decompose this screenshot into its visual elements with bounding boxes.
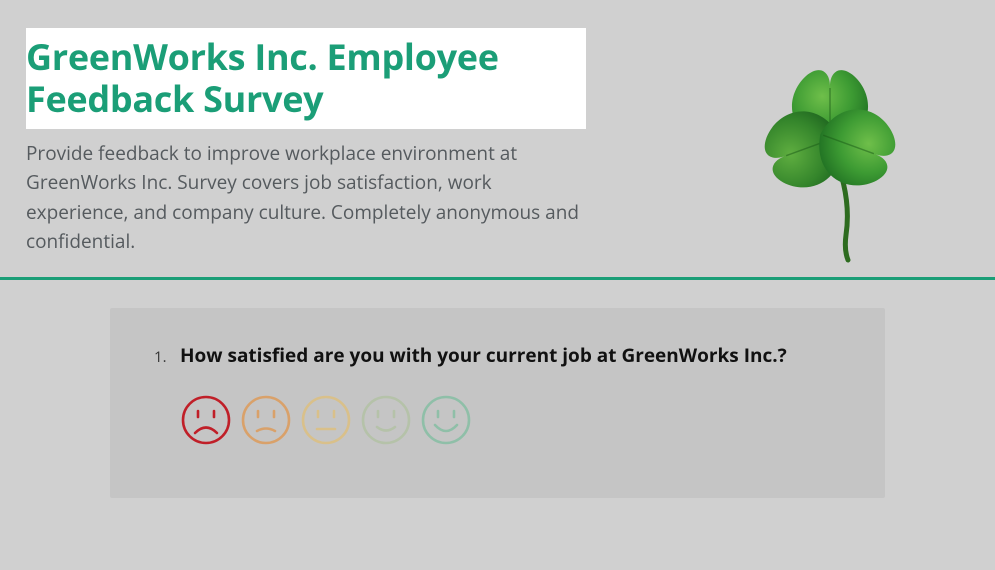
slight-frown-icon (240, 394, 292, 446)
survey-title: GreenWorks Inc. Employee Feedback Survey (26, 36, 572, 121)
survey-header: GreenWorks Inc. Employee Feedback Survey… (0, 0, 995, 280)
shamrock-icon (720, 35, 940, 265)
rating-very-unsatisfied[interactable] (180, 394, 232, 446)
question-text: How satisfied are you with your current … (180, 342, 787, 368)
smile-icon (420, 394, 472, 446)
rating-very-satisfied[interactable] (420, 394, 472, 446)
frown-icon (180, 394, 232, 446)
rating-neutral[interactable] (300, 394, 352, 446)
neutral-face-icon (300, 394, 352, 446)
slight-smile-icon (360, 394, 412, 446)
rating-scale (180, 394, 841, 446)
rating-unsatisfied[interactable] (240, 394, 292, 446)
question-card: 1. How satisfied are you with your curre… (110, 308, 885, 498)
survey-description: Provide feedback to improve workplace en… (26, 139, 586, 257)
rating-satisfied[interactable] (360, 394, 412, 446)
title-container: GreenWorks Inc. Employee Feedback Survey (26, 28, 586, 129)
question-row: 1. How satisfied are you with your curre… (154, 342, 841, 368)
question-number: 1. (154, 347, 172, 367)
